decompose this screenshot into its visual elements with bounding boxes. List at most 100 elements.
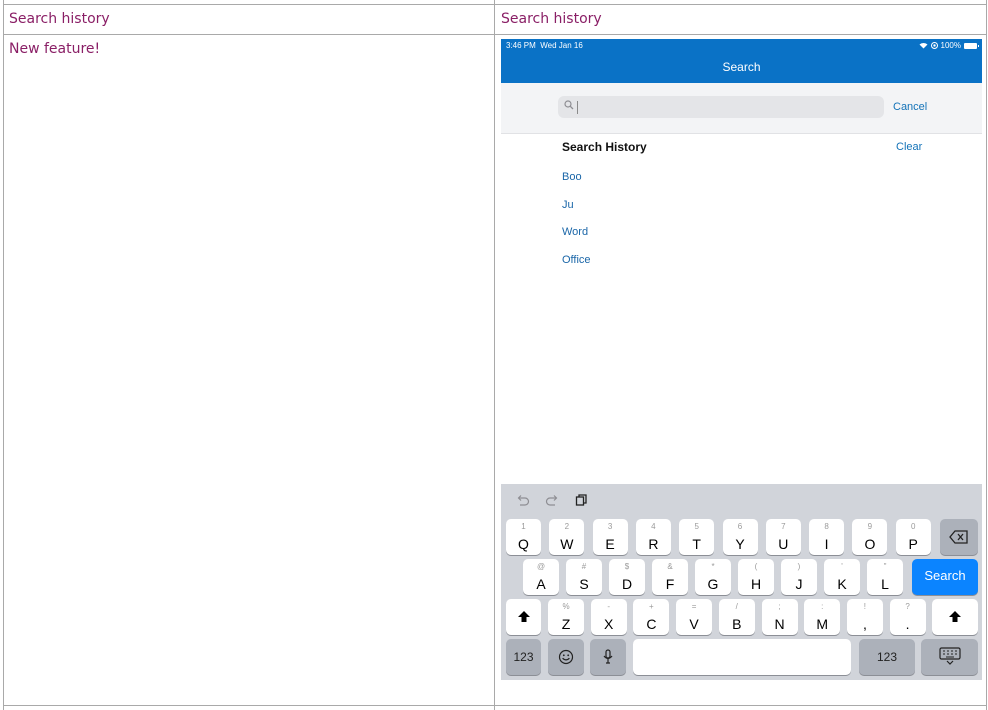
- key-secondary-label: ": [883, 562, 887, 571]
- dictation-key[interactable]: [590, 639, 626, 675]
- status-time-text: 3:46 PM: [506, 41, 536, 50]
- key-t[interactable]: 5T: [679, 519, 715, 555]
- history-item-ju[interactable]: Ju: [562, 199, 574, 211]
- delete-key[interactable]: [940, 519, 978, 555]
- backspace-icon: [949, 530, 968, 544]
- wifi-icon: [919, 42, 928, 49]
- search-input[interactable]: [580, 96, 870, 118]
- key-i[interactable]: 8I: [809, 519, 845, 555]
- nav-bar: 3:46 PM Wed Jan 16 100% Search: [501, 39, 982, 83]
- search-icon: [564, 100, 574, 110]
- keyboard-dismiss-icon: [939, 647, 961, 665]
- key-d[interactable]: $ D: [609, 559, 645, 595]
- paste-icon[interactable]: [574, 493, 588, 507]
- history-item-office[interactable]: Office: [562, 254, 591, 266]
- key-k[interactable]: ' K: [824, 559, 860, 595]
- key-v[interactable]: = V: [676, 599, 713, 635]
- key-z[interactable]: % Z: [548, 599, 584, 635]
- redo-icon[interactable]: [545, 493, 559, 507]
- table-border-middle: [494, 0, 495, 710]
- search-key-label: Search: [924, 568, 966, 583]
- key-l[interactable]: " L: [867, 559, 903, 595]
- key-s[interactable]: # S: [566, 559, 602, 595]
- shift-icon: [949, 611, 961, 622]
- key-label: O: [864, 536, 876, 552]
- key-p[interactable]: 0P: [895, 519, 931, 555]
- search-field[interactable]: [558, 96, 884, 118]
- numbers-key-left[interactable]: 123: [506, 639, 541, 675]
- key-c[interactable]: + C: [633, 599, 670, 635]
- key-period[interactable]: ?.: [889, 599, 926, 635]
- key-secondary-label: :: [821, 602, 824, 611]
- key-o[interactable]: 9O: [852, 519, 888, 555]
- key-secondary-label: =: [691, 602, 697, 611]
- key-label: F: [665, 576, 675, 592]
- shift-key-left[interactable]: [506, 599, 541, 635]
- key-e[interactable]: 3E: [592, 519, 628, 555]
- key-label: N: [774, 616, 785, 632]
- key-f[interactable]: & F: [652, 559, 688, 595]
- key-secondary-label: 3: [607, 522, 613, 531]
- table-border-left: [3, 0, 4, 710]
- key-label: E: [605, 536, 615, 552]
- key-label: S: [579, 576, 589, 592]
- key-secondary-label: 1: [521, 522, 526, 531]
- key-n[interactable]: ; N: [761, 599, 798, 635]
- numbers-key-right[interactable]: 123: [859, 639, 915, 675]
- undo-icon[interactable]: [516, 493, 530, 507]
- key-secondary-label: 8: [824, 522, 829, 531]
- battery-percent: 100%: [940, 41, 961, 50]
- key-secondary-label: +: [649, 602, 654, 611]
- cancel-button[interactable]: Cancel: [893, 101, 927, 113]
- key-secondary-label: ?: [905, 602, 910, 611]
- key-label: ,: [862, 616, 867, 632]
- key-secondary-label: 5: [694, 522, 699, 531]
- location-icon: [930, 42, 938, 49]
- history-item-boo[interactable]: Boo: [562, 171, 582, 183]
- space-key[interactable]: [633, 639, 851, 675]
- key-h[interactable]: (H: [738, 559, 774, 595]
- emoji-icon: [558, 649, 574, 665]
- key-label: Q: [518, 536, 529, 552]
- key-secondary-label: %: [562, 602, 570, 611]
- key-secondary-label: -: [607, 602, 611, 611]
- search-key[interactable]: Search: [912, 559, 978, 595]
- key-u[interactable]: 7U: [765, 519, 801, 555]
- key-label: I: [824, 536, 829, 552]
- emoji-key[interactable]: [548, 639, 584, 675]
- header-cell-right: Search history: [501, 11, 602, 27]
- numbers-key-left-label: 123: [513, 650, 534, 664]
- table-border-right: [986, 0, 987, 710]
- key-y[interactable]: 6Y: [722, 519, 758, 555]
- clear-history-button[interactable]: Clear: [896, 141, 922, 153]
- key-secondary-label: @: [536, 562, 546, 571]
- key-label: T: [692, 536, 701, 552]
- key-x[interactable]: -X: [590, 599, 627, 635]
- key-label: W: [560, 536, 574, 552]
- microphone-icon: [603, 649, 613, 664]
- key-j[interactable]: ) J: [781, 559, 817, 595]
- ipad-screenshot: 3:46 PM Wed Jan 16 100% Search Cancel Se…: [501, 39, 982, 680]
- key-secondary-label: (: [754, 562, 758, 571]
- key-r[interactable]: 4R: [635, 519, 671, 555]
- search-history-title: Search History: [562, 140, 647, 154]
- key-label: R: [648, 536, 659, 552]
- key-label: C: [646, 616, 657, 632]
- on-screen-keyboard: 1Q2W3E4R5T6Y7U8I9O0P @ A # S $ D & F * G(H) J ' K " L …: [501, 484, 982, 680]
- key-label: V: [689, 616, 699, 632]
- history-item-word[interactable]: Word: [562, 226, 588, 238]
- key-m[interactable]: :M: [804, 599, 841, 635]
- key-b[interactable]: / B: [718, 599, 755, 635]
- shift-key-right[interactable]: [932, 599, 978, 635]
- key-secondary-label: 4: [651, 522, 656, 531]
- key-q[interactable]: 1Q: [506, 519, 541, 555]
- key-a[interactable]: @ A: [523, 559, 559, 595]
- key-label: B: [732, 616, 742, 632]
- dismiss-keyboard-key[interactable]: [921, 639, 978, 675]
- key-comma[interactable]: !,: [846, 599, 883, 635]
- key-w[interactable]: 2W: [549, 519, 585, 555]
- key-secondary-label: $: [624, 562, 630, 571]
- search-bar-area: Cancel: [501, 83, 982, 134]
- key-label: L: [881, 576, 889, 592]
- key-g[interactable]: * G: [695, 559, 731, 595]
